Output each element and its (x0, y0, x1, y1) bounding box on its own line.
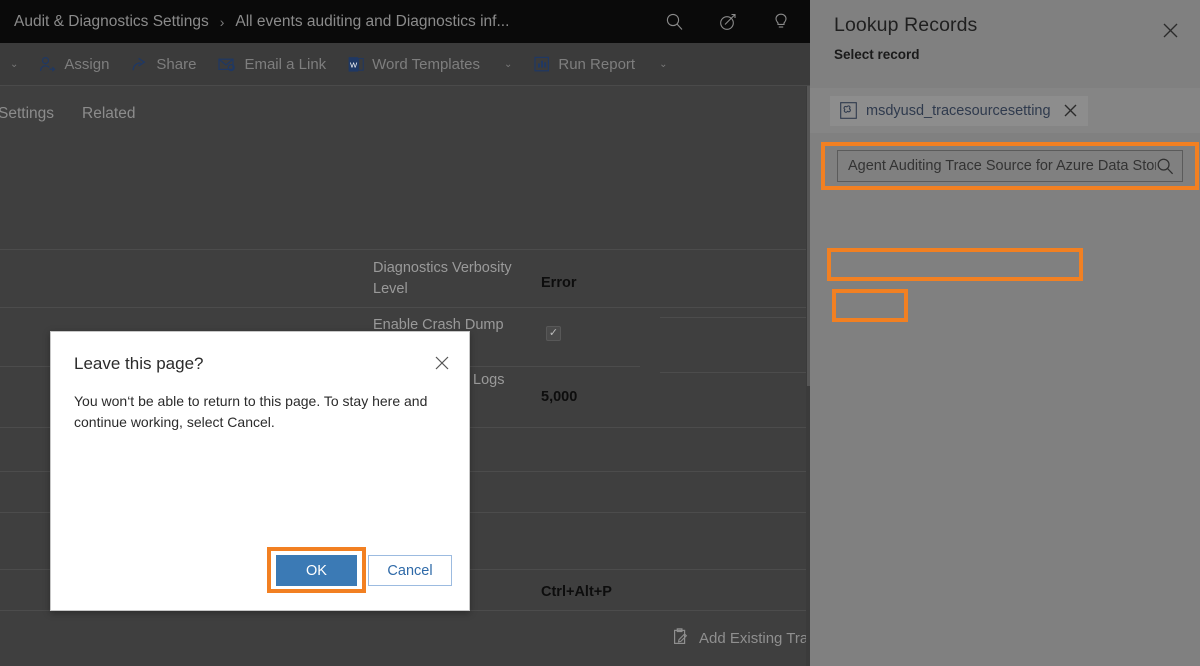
chevron-down-icon[interactable]: ⌄ (488, 59, 512, 70)
field-value-diagnostics-verbosity[interactable]: Error (541, 275, 576, 291)
add-existing-trace-button[interactable]: Add Existing Trac (672, 628, 816, 650)
tab-related[interactable]: Related (68, 105, 149, 123)
command-word-templates[interactable]: W Word Templates ⌄ (337, 43, 523, 86)
command-label: Assign (64, 56, 109, 73)
chevron-down-icon[interactable]: ⌄ (643, 59, 667, 70)
command-share[interactable]: Share (120, 43, 207, 86)
form-tab-strip: Settings Related (0, 86, 816, 141)
panel-header: Lookup Records Select record (810, 0, 1200, 62)
tab-settings[interactable]: Settings (0, 105, 68, 123)
assign-user-icon (39, 56, 56, 73)
command-assign[interactable]: Assign (28, 43, 120, 86)
field-checkbox-enable-crash-dump[interactable]: ✓ (546, 326, 561, 341)
dialog-title: Leave this page? (74, 354, 204, 374)
command-run-report[interactable]: Run Report ⌄ (523, 43, 678, 86)
field-label-logs: Logs (473, 370, 633, 391)
add-existing-label: Add Existing Trac (699, 630, 816, 647)
svg-text:W: W (350, 60, 358, 69)
command-label: Run Report (558, 56, 635, 73)
lookup-records-panel: Lookup Records Select record msdyusd_tra… (810, 0, 1200, 666)
add-existing-icon (672, 628, 689, 650)
entity-filter-band: msdyusd_tracesourcesetting (810, 88, 1200, 133)
chevron-down-icon[interactable]: ⌄ (0, 59, 28, 70)
field-value-shortcut[interactable]: Ctrl+Alt+P (541, 584, 612, 600)
search-icon[interactable] (665, 12, 684, 31)
field-value-logs[interactable]: 5,000 (541, 389, 577, 405)
assistant-icon[interactable] (718, 12, 738, 32)
word-icon: W (348, 56, 364, 73)
command-label: Email a Link (244, 56, 326, 73)
entity-chip-label: msdyusd_tracesourcesetting (866, 103, 1051, 119)
breadcrumb-current[interactable]: All events auditing and Diagnostics inf.… (235, 13, 509, 31)
field-label-diagnostics-verbosity: Diagnostics Verbosity Level (373, 258, 533, 300)
command-label: Word Templates (372, 56, 480, 73)
breadcrumb-separator: › (220, 14, 225, 30)
close-icon[interactable] (435, 356, 449, 370)
report-icon (534, 56, 550, 72)
panel-subtitle: Select record (834, 47, 1180, 62)
highlight-new-button (832, 289, 908, 322)
highlight-search-box (821, 142, 1199, 190)
command-bar: ⌄ Assign Share Email a Link (0, 43, 816, 86)
email-link-icon (218, 57, 236, 72)
close-icon[interactable] (1064, 104, 1077, 117)
breadcrumb-parent[interactable]: Audit & Diagnostics Settings (14, 13, 209, 31)
command-label: Share (156, 56, 196, 73)
highlight-ok-button (267, 547, 366, 593)
share-icon (131, 56, 148, 73)
close-icon[interactable] (1156, 16, 1184, 44)
command-email-a-link[interactable]: Email a Link (207, 43, 337, 86)
app-header: Audit & Diagnostics Settings › All event… (0, 0, 816, 43)
entity-chip[interactable]: msdyusd_tracesourcesetting (830, 96, 1088, 126)
lightbulb-icon[interactable] (772, 12, 790, 31)
entity-icon (840, 102, 857, 119)
cancel-button[interactable]: Cancel (368, 555, 452, 586)
panel-title: Lookup Records (834, 14, 1180, 37)
check-icon: ✓ (549, 328, 558, 339)
highlight-empty-state (827, 248, 1083, 281)
form-footer: Add Existing Trac (0, 610, 816, 666)
header-icon-group (665, 12, 816, 32)
dialog-message: You won‘t be able to return to this page… (74, 391, 436, 433)
screen-root: Audit & Diagnostics Settings › All event… (0, 0, 1200, 666)
